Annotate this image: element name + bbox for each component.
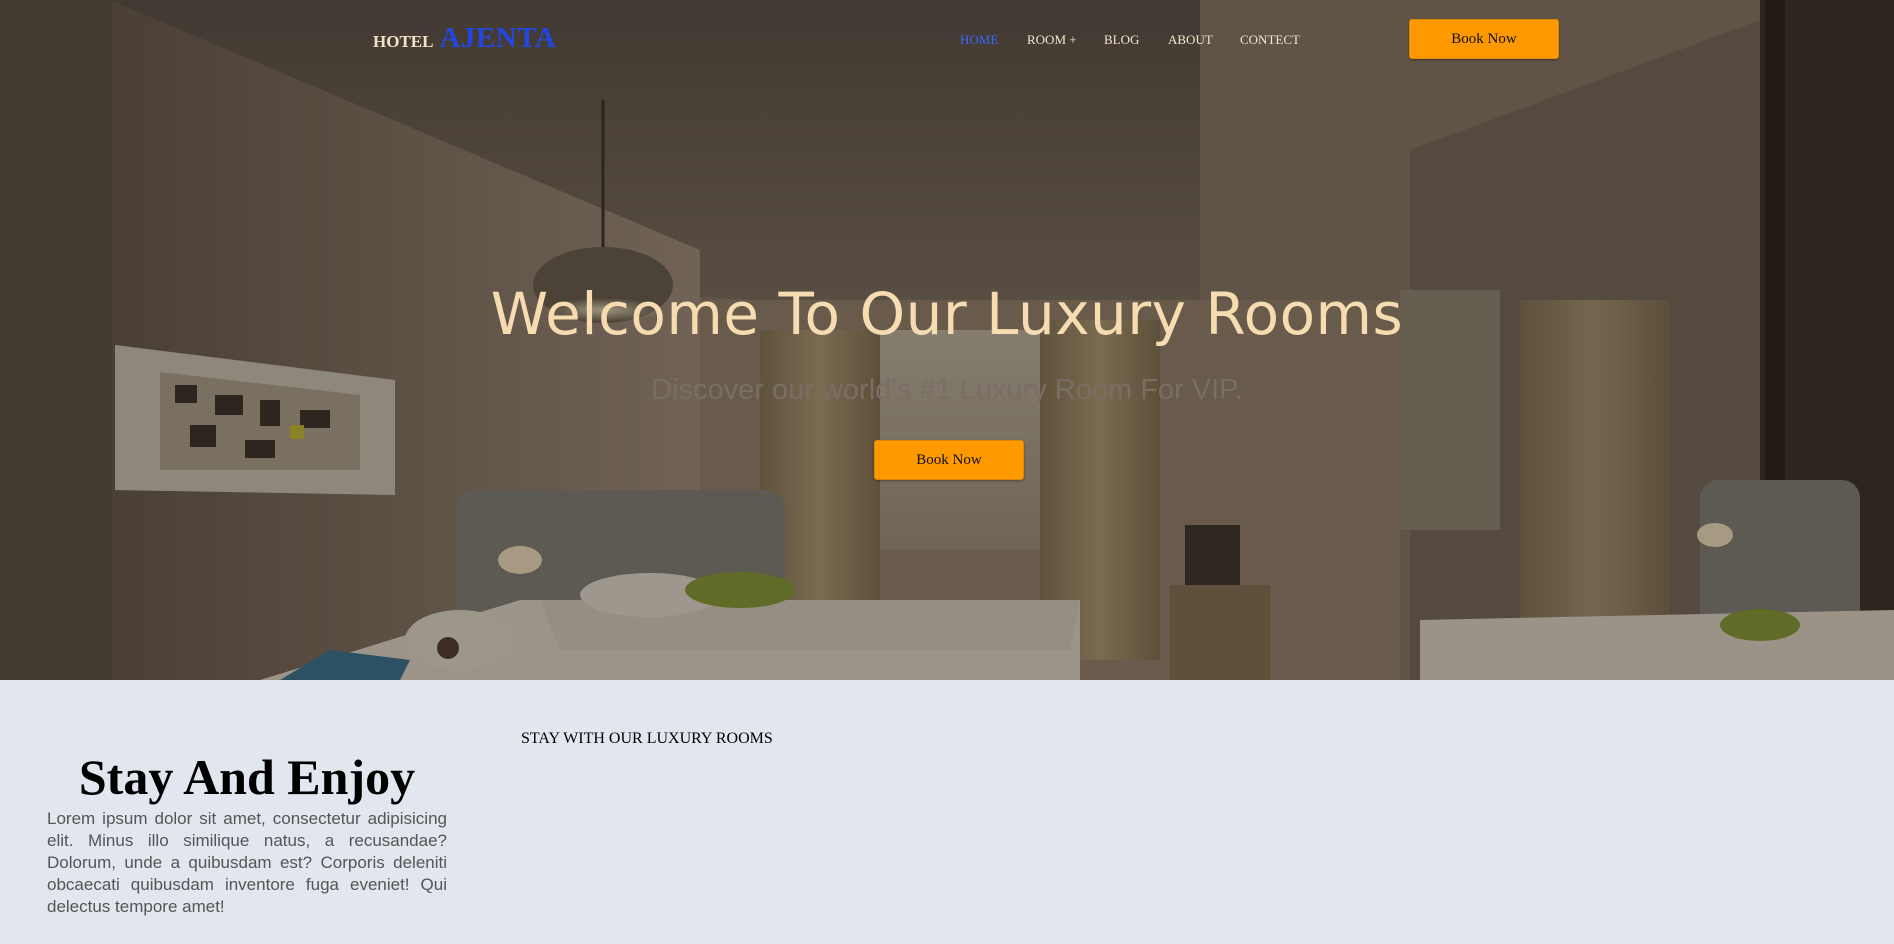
- nav-item-about[interactable]: ABOUT: [1168, 32, 1240, 48]
- hero-book-now-button[interactable]: Book Now: [874, 440, 1024, 480]
- about-description: Lorem ipsum dolor sit amet, consectetur …: [47, 809, 447, 916]
- hero-subtitle: Discover our world's #1 Luxury Room For …: [651, 374, 1243, 406]
- rooms-section-label: STAY WITH OUR LUXURY ROOMS: [521, 730, 773, 747]
- nav-item-blog[interactable]: BLOG: [1104, 32, 1168, 48]
- main-nav: HOME ROOM + BLOG ABOUT CONTECT: [960, 32, 1320, 48]
- nav-item-contect[interactable]: CONTECT: [1240, 32, 1320, 48]
- logo-small-text: HOTEL: [373, 32, 434, 51]
- nav-item-room[interactable]: ROOM +: [1027, 32, 1104, 48]
- about-title: Stay And Enjoy: [78, 749, 416, 805]
- logo-brand-text: AJENTA: [439, 22, 557, 54]
- nav-item-home[interactable]: HOME: [960, 32, 1027, 48]
- logo[interactable]: HOTEL AJENTA: [373, 22, 556, 55]
- hero-title: Welcome To Our Luxury Rooms: [490, 280, 1404, 348]
- header-book-now-button[interactable]: Book Now: [1409, 19, 1559, 59]
